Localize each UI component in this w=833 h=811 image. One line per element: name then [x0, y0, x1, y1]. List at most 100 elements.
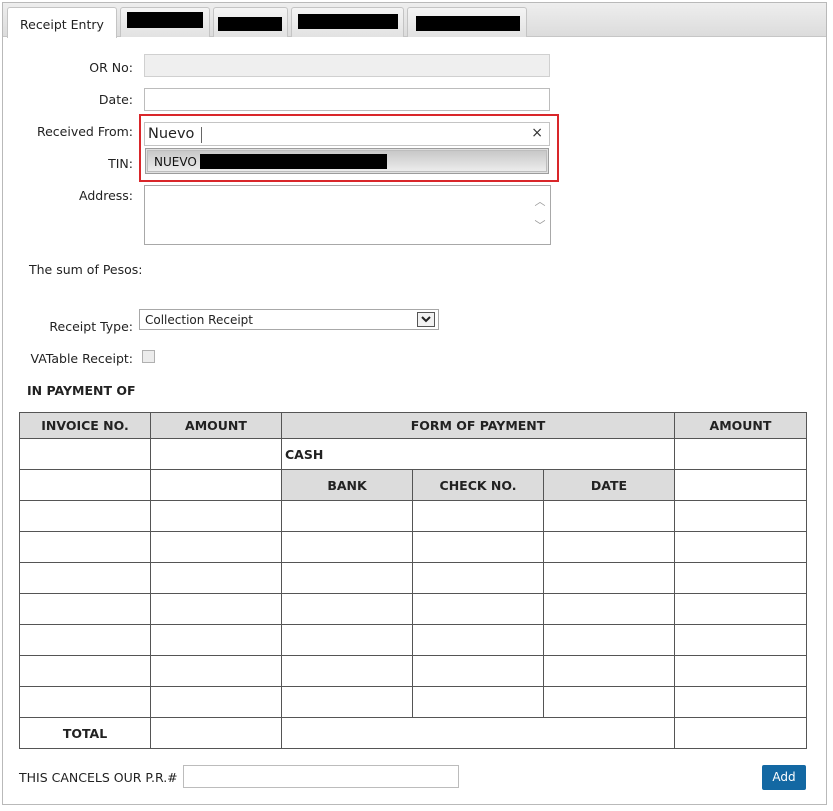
text-caret	[201, 127, 202, 143]
address-textarea[interactable]: ︿ ﹀	[144, 185, 551, 245]
table-row	[19, 531, 807, 563]
payment-table: INVOICE NO. AMOUNT FORM OF PAYMENT AMOUN…	[19, 412, 807, 749]
invoice-no-header: INVOICE NO.	[19, 412, 151, 439]
invoice-cell[interactable]	[19, 593, 151, 625]
amount-cell[interactable]	[150, 500, 282, 532]
redaction-bar	[200, 154, 387, 169]
date-cell[interactable]	[543, 686, 675, 718]
tab-redacted-1[interactable]	[120, 7, 210, 37]
scroll-up-icon[interactable]: ︿	[534, 196, 546, 208]
check-no-cell[interactable]	[412, 655, 544, 687]
date-cell[interactable]	[543, 655, 675, 687]
sum-of-pesos-label: The sum of Pesos:	[29, 262, 143, 277]
amount-cell[interactable]	[150, 686, 282, 718]
date-cell[interactable]	[543, 500, 675, 532]
amount-cell[interactable]	[150, 593, 282, 625]
total-payment-cell	[281, 717, 675, 749]
bank-header: BANK	[281, 469, 413, 501]
cancels-pr-label: THIS CANCELS OUR P.R.#	[19, 770, 178, 785]
amount-cell[interactable]	[674, 469, 807, 501]
amount-cell[interactable]	[674, 531, 807, 563]
received-from-value: Nuevo	[148, 126, 195, 142]
amount-cell[interactable]	[674, 624, 807, 656]
invoice-cell[interactable]	[19, 438, 151, 470]
total-right-amount-cell	[674, 717, 807, 749]
amount-cell[interactable]	[150, 438, 282, 470]
amount-cell[interactable]	[150, 624, 282, 656]
invoice-cell[interactable]	[19, 500, 151, 532]
amount-cell[interactable]	[674, 686, 807, 718]
check-no-cell[interactable]	[412, 531, 544, 563]
amount-cell[interactable]	[150, 531, 282, 563]
amount-cell[interactable]	[150, 562, 282, 594]
clear-icon[interactable]: ×	[531, 125, 543, 141]
check-no-cell[interactable]	[412, 562, 544, 594]
receipt-type-label: Receipt Type:	[49, 319, 133, 334]
or-no-field[interactable]	[144, 54, 550, 77]
redaction-bar	[127, 12, 203, 28]
invoice-cell[interactable]	[19, 655, 151, 687]
date-cell[interactable]	[543, 531, 675, 563]
add-button[interactable]: Add	[762, 765, 806, 790]
received-from-label: Received From:	[36, 124, 133, 139]
or-no-label: OR No:	[89, 60, 133, 75]
tab-receipt-entry[interactable]: Receipt Entry	[7, 7, 117, 38]
receipt-type-select[interactable]: Collection Receipt	[139, 309, 439, 330]
invoice-cell[interactable]	[19, 469, 151, 501]
check-no-cell[interactable]	[412, 593, 544, 625]
check-no-cell[interactable]	[412, 500, 544, 532]
cancels-pr-input[interactable]	[183, 765, 459, 788]
table-row: CASH	[19, 438, 807, 470]
table-row	[19, 686, 807, 718]
in-payment-of-title: IN PAYMENT OF	[27, 383, 136, 398]
tab-redacted-4[interactable]	[407, 7, 527, 37]
invoice-cell[interactable]	[19, 531, 151, 563]
form-of-payment-header: FORM OF PAYMENT	[281, 412, 675, 439]
bank-cell[interactable]	[281, 593, 413, 625]
bank-cell[interactable]	[281, 531, 413, 563]
total-amount-cell	[150, 717, 282, 749]
redaction-bar	[416, 16, 520, 31]
amount-cell[interactable]	[674, 562, 807, 594]
date-field[interactable]	[144, 88, 550, 111]
amount-cell[interactable]	[150, 655, 282, 687]
total-row: TOTAL	[19, 717, 807, 749]
invoice-cell[interactable]	[19, 562, 151, 594]
cash-amount-cell[interactable]	[674, 438, 807, 470]
redaction-bar	[298, 14, 398, 29]
receipt-type-value: Collection Receipt	[145, 313, 253, 327]
bank-cell[interactable]	[281, 500, 413, 532]
date-cell[interactable]	[543, 562, 675, 594]
amount-cell[interactable]	[674, 593, 807, 625]
table-header-row: INVOICE NO. AMOUNT FORM OF PAYMENT AMOUN…	[19, 412, 807, 439]
date-cell[interactable]	[543, 593, 675, 625]
date-cell[interactable]	[543, 624, 675, 656]
vatable-label: VATable Receipt:	[30, 351, 133, 366]
invoice-cell[interactable]	[19, 624, 151, 656]
tab-bar: Receipt Entry	[3, 3, 826, 38]
check-no-cell[interactable]	[412, 624, 544, 656]
address-label: Address:	[79, 188, 133, 203]
amount-cell[interactable]	[674, 500, 807, 532]
received-from-suggestions: NUEVO	[145, 148, 549, 174]
chevron-down-icon[interactable]	[417, 312, 435, 327]
table-row	[19, 655, 807, 687]
received-from-input[interactable]: Nuevo ×	[144, 122, 550, 146]
bank-cell[interactable]	[281, 624, 413, 656]
tab-redacted-2[interactable]	[213, 7, 288, 37]
check-no-cell[interactable]	[412, 686, 544, 718]
tab-receipt-entry-label: Receipt Entry	[20, 17, 104, 32]
amount-cell[interactable]	[674, 655, 807, 687]
suggestion-item[interactable]: NUEVO	[147, 150, 547, 172]
date-label: Date:	[98, 92, 133, 107]
invoice-cell[interactable]	[19, 686, 151, 718]
redaction-bar	[218, 17, 282, 31]
table-row: BANK CHECK NO. DATE	[19, 469, 807, 501]
scroll-down-icon[interactable]: ﹀	[534, 220, 546, 232]
vatable-checkbox[interactable]	[142, 350, 155, 363]
tab-redacted-3[interactable]	[291, 7, 404, 37]
amount-cell[interactable]	[150, 469, 282, 501]
bank-cell[interactable]	[281, 655, 413, 687]
bank-cell[interactable]	[281, 562, 413, 594]
bank-cell[interactable]	[281, 686, 413, 718]
